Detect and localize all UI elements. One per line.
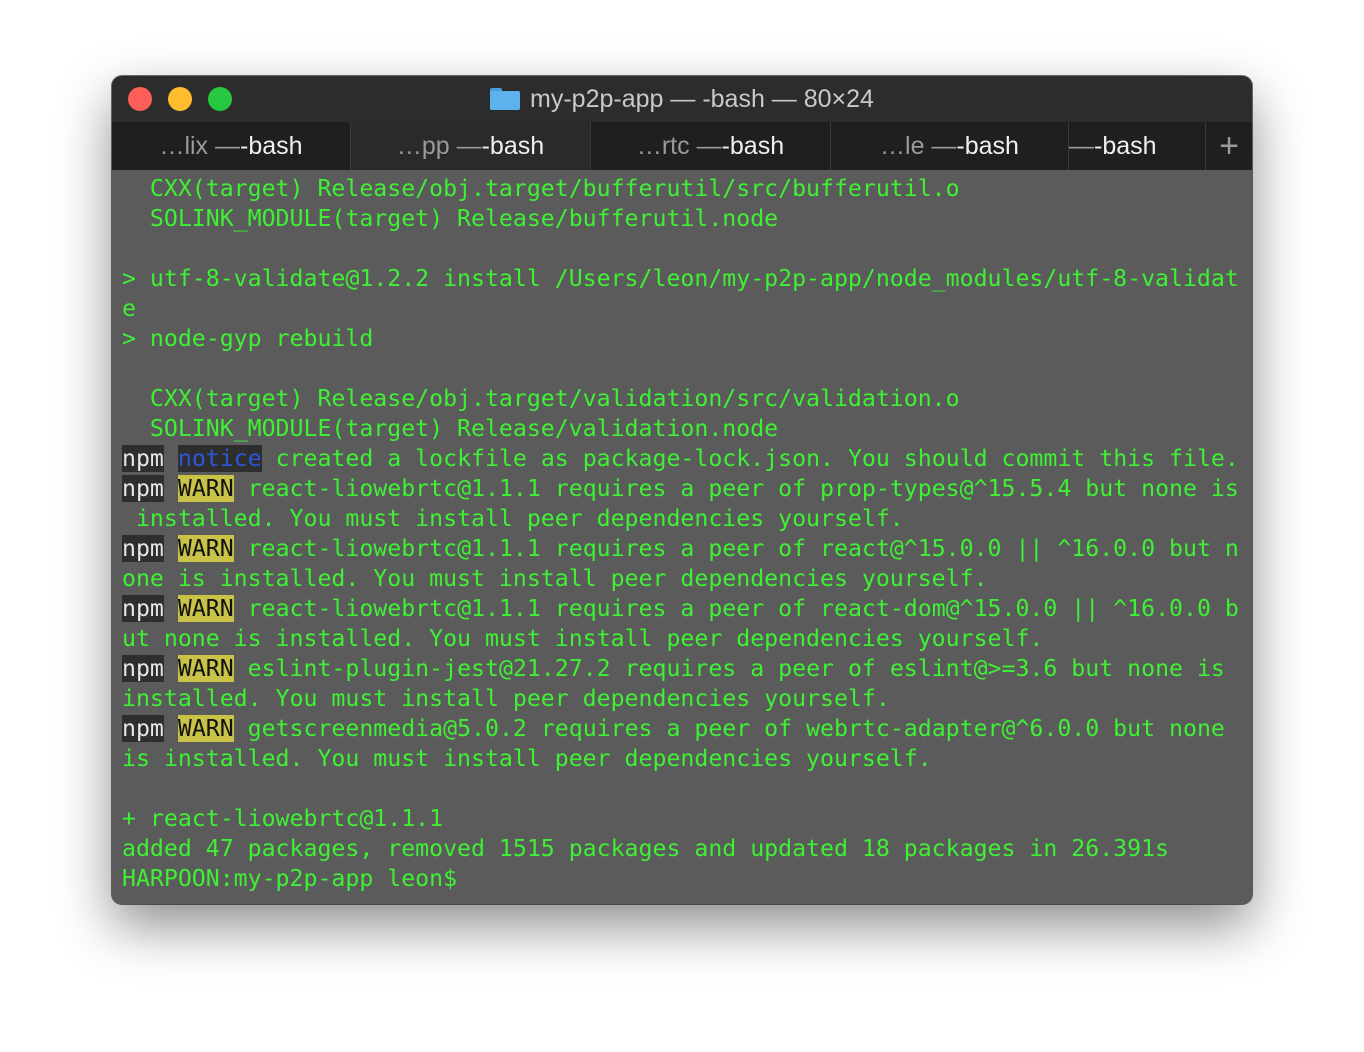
terminal-text: HARPOON:my-p2p-app leon$	[122, 865, 472, 892]
tab-pp-bash[interactable]: …pp — -bash	[351, 122, 591, 170]
terminal-line: installed. You must install peer depende…	[122, 684, 1239, 714]
terminal-text: > node-gyp rebuild	[122, 325, 374, 352]
window-title: my-p2p-app — -bash — 80×24	[530, 84, 874, 113]
npm-label: npm	[122, 535, 164, 562]
new-tab-button[interactable]: +	[1206, 122, 1252, 170]
tab-label-command: -bash	[240, 131, 303, 160]
warn-badge: WARN	[177, 475, 234, 502]
npm-label: npm	[122, 715, 164, 742]
terminal-line: > utf-8-validate@1.2.2 install /Users/le…	[122, 264, 1239, 294]
terminal-text: CXX(target) Release/obj.target/bufferuti…	[122, 175, 960, 202]
warn-badge: WARN	[177, 655, 234, 682]
tab-label-prefix: …rtc —	[636, 131, 722, 160]
terminal-text: + react-liowebrtc@1.1.1	[122, 805, 444, 832]
terminal-window: my-p2p-app — -bash — 80×24 …lix — -bash …	[112, 76, 1252, 904]
tab-bash[interactable]: — -bash	[1069, 122, 1206, 170]
terminal-line: npm WARN react-liowebrtc@1.1.1 requires …	[122, 594, 1239, 624]
terminal-line: npm notice created a lockfile as package…	[122, 444, 1239, 474]
terminal-line: SOLINK_MODULE(target) Release/validation…	[122, 414, 1239, 444]
notice-badge: notice	[177, 445, 262, 472]
warn-badge: WARN	[177, 595, 234, 622]
terminal-line: CXX(target) Release/obj.target/bufferuti…	[122, 174, 1239, 204]
terminal-text: SOLINK_MODULE(target) Release/bufferutil…	[122, 205, 779, 232]
terminal-line: ut none is installed. You must install p…	[122, 624, 1239, 654]
terminal-text: react-liowebrtc@1.1.1 requires a peer of…	[233, 535, 1239, 562]
terminal-line: HARPOON:my-p2p-app leon$	[122, 864, 1239, 894]
tab-label-command: -bash	[1094, 131, 1157, 160]
terminal-line: > node-gyp rebuild	[122, 324, 1239, 354]
terminal-output-area[interactable]: CXX(target) Release/obj.target/bufferuti…	[112, 170, 1252, 904]
terminal-text: SOLINK_MODULE(target) Release/validation…	[122, 415, 779, 442]
tab-label-command: -bash	[481, 131, 545, 160]
npm-label: npm	[122, 475, 164, 502]
tab-label-prefix: …lix —	[159, 131, 240, 160]
terminal-line: + react-liowebrtc@1.1.1	[122, 804, 1239, 834]
window-title-container: my-p2p-app — -bash — 80×24	[112, 76, 1252, 122]
terminal-text: react-liowebrtc@1.1.1 requires a peer of…	[233, 475, 1239, 502]
terminal-text: > utf-8-validate@1.2.2 install /Users/le…	[122, 265, 1239, 292]
tab-rtc-bash[interactable]: …rtc — -bash	[591, 122, 831, 170]
terminal-line: one is installed. You must install peer …	[122, 564, 1239, 594]
tab-label-command: -bash	[721, 131, 785, 160]
tab-lix-bash[interactable]: …lix — -bash	[112, 122, 351, 170]
warn-badge: WARN	[177, 535, 234, 562]
terminal-line: added 47 packages, removed 1515 packages…	[122, 834, 1239, 864]
terminal-line: npm WARN getscreenmedia@5.0.2 requires a…	[122, 714, 1239, 744]
terminal-line: CXX(target) Release/obj.target/validatio…	[122, 384, 1239, 414]
terminal-text: one is installed. You must install peer …	[122, 565, 988, 592]
terminal-text: CXX(target) Release/obj.target/validatio…	[122, 385, 960, 412]
terminal-text: created a lockfile as package-lock.json.…	[261, 445, 1239, 472]
title-bar[interactable]: my-p2p-app — -bash — 80×24	[112, 76, 1252, 122]
terminal-line: npm WARN react-liowebrtc@1.1.1 requires …	[122, 534, 1239, 564]
terminal-text: added 47 packages, removed 1515 packages…	[122, 835, 1170, 862]
terminal-text: installed. You must install peer depende…	[122, 505, 904, 532]
npm-label: npm	[122, 595, 164, 622]
terminal-line: installed. You must install peer depende…	[122, 504, 1239, 534]
terminal-line: npm WARN eslint-plugin-jest@21.27.2 requ…	[122, 654, 1239, 684]
npm-label: npm	[122, 655, 164, 682]
terminal-text: is installed. You must install peer depe…	[122, 745, 932, 772]
tab-bar: …lix — -bash …pp — -bash …rtc — -bash …l…	[112, 122, 1252, 171]
terminal-text: e	[122, 295, 136, 322]
terminal-line: e	[122, 294, 1239, 324]
terminal-text: ut none is installed. You must install p…	[122, 625, 1044, 652]
npm-label: npm	[122, 445, 164, 472]
tab-le-bash[interactable]: …le — -bash	[831, 122, 1069, 170]
terminal-line: SOLINK_MODULE(target) Release/bufferutil…	[122, 204, 1239, 234]
terminal-line: npm WARN react-liowebrtc@1.1.1 requires …	[122, 474, 1239, 504]
terminal-text: eslint-plugin-jest@21.27.2 requires a pe…	[233, 655, 1225, 682]
tab-label-prefix: …le —	[880, 131, 957, 160]
tab-label-prefix: …pp —	[396, 131, 482, 160]
tab-label-command: -bash	[956, 131, 1019, 160]
terminal-text: getscreenmedia@5.0.2 requires a peer of …	[233, 715, 1225, 742]
terminal-lines: CXX(target) Release/obj.target/bufferuti…	[122, 174, 1239, 894]
tab-label-prefix: —	[1069, 131, 1094, 160]
terminal-line: is installed. You must install peer depe…	[122, 744, 1239, 774]
warn-badge: WARN	[177, 715, 234, 742]
terminal-text: react-liowebrtc@1.1.1 requires a peer of…	[233, 595, 1239, 622]
folder-icon	[490, 88, 521, 110]
terminal-text: installed. You must install peer depende…	[122, 685, 890, 712]
